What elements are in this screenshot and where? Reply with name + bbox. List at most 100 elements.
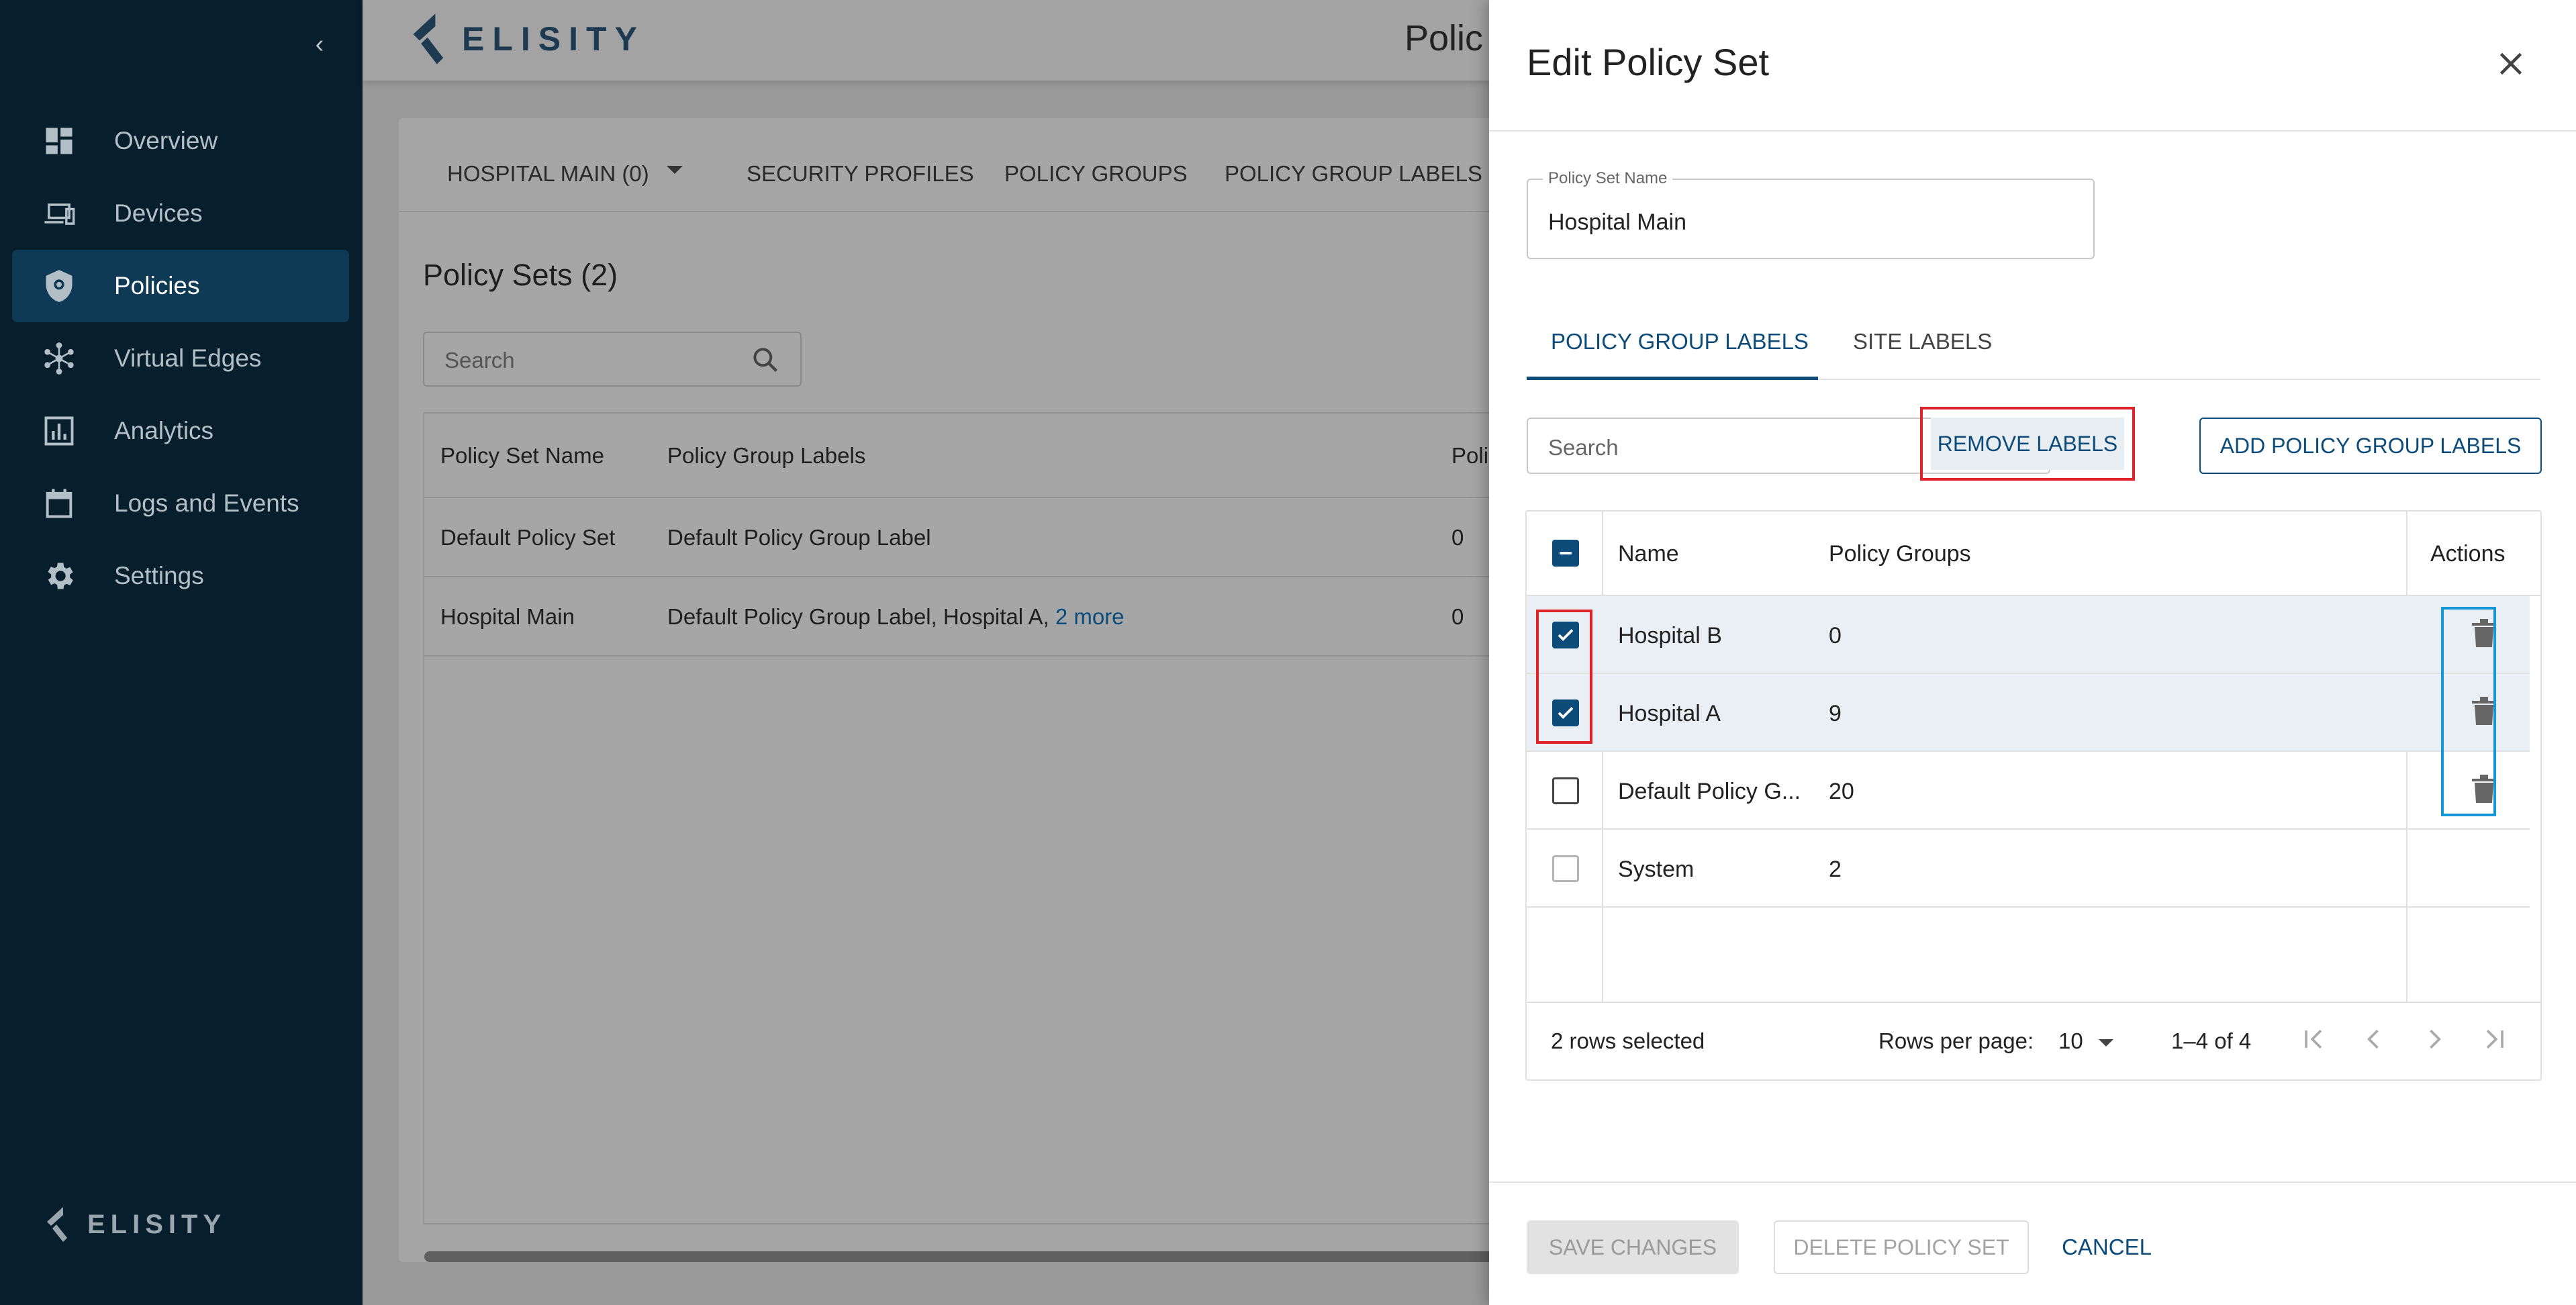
policy-set-name: Default Policy Set bbox=[440, 525, 616, 550]
sidebar-item-label: Overview bbox=[114, 127, 218, 154]
column-header-policy-groups: Policy Groups bbox=[1829, 541, 1971, 567]
sidebar-item-analytics[interactable]: Analytics bbox=[12, 395, 349, 467]
gear-icon bbox=[42, 559, 77, 593]
shield-icon bbox=[42, 269, 77, 303]
labels-grid: Name Policy Groups Actions Hospital B 0 … bbox=[1525, 510, 2542, 1081]
logo-text: ELISITY bbox=[462, 20, 645, 58]
search-icon bbox=[753, 348, 778, 373]
column-header: Policy Group Labels bbox=[667, 443, 866, 468]
tab-site-labels[interactable]: SITE LABELS bbox=[1853, 329, 1992, 354]
sidebar-item-settings[interactable]: Settings bbox=[12, 540, 349, 612]
tab-security-profiles[interactable]: SECURITY PROFILES bbox=[747, 161, 974, 187]
tab-policy-set-dropdown[interactable]: HOSPITAL MAIN (0) bbox=[447, 161, 683, 187]
horizontal-scrollbar[interactable] bbox=[424, 1251, 1528, 1262]
logo-mark-icon bbox=[47, 1207, 67, 1242]
table-row[interactable]: Hospital Main Default Policy Group Label… bbox=[424, 577, 1528, 657]
sidebar-item-label: Settings bbox=[114, 562, 204, 589]
label-name: Default Policy G... bbox=[1618, 779, 1801, 804]
remove-labels-button[interactable]: REMOVE LABELS bbox=[1920, 407, 2135, 481]
checkbox-highlight bbox=[1536, 610, 1592, 744]
save-changes-button[interactable]: SAVE CHANGES bbox=[1527, 1220, 1739, 1274]
delete-policy-set-button[interactable]: DELETE POLICY SET bbox=[1774, 1220, 2029, 1274]
logo-text: ELISITY bbox=[87, 1209, 227, 1239]
grid-footer: 2 rows selected Rows per page: 10 1–4 of… bbox=[1527, 1002, 2540, 1081]
policy-group-labels: Default Policy Group Label, Hospital A, … bbox=[667, 604, 1125, 630]
section-title: Policy Sets (2) bbox=[423, 258, 618, 292]
table-row[interactable]: Default Policy G... 20 bbox=[1527, 752, 2530, 830]
label-name: Hospital A bbox=[1618, 701, 1721, 726]
first-page-icon bbox=[2299, 1024, 2328, 1054]
next-page-icon bbox=[2420, 1024, 2449, 1054]
tab-policy-groups[interactable]: POLICY GROUPS bbox=[1004, 161, 1188, 187]
selection-count: 2 rows selected bbox=[1551, 1028, 1705, 1053]
previous-page-icon bbox=[2359, 1024, 2389, 1054]
label-name: Hospital B bbox=[1618, 623, 1722, 648]
remove-labels-label: REMOVE LABELS bbox=[1931, 418, 2124, 470]
sidebar-item-logs-and-events[interactable]: Logs and Events bbox=[12, 467, 349, 540]
more-link[interactable]: 2 more bbox=[1055, 604, 1125, 629]
tab-label: HOSPITAL MAIN (0) bbox=[447, 161, 649, 186]
table-row[interactable]: Hospital B 0 bbox=[1527, 596, 2530, 674]
sidebar-item-policies[interactable]: Policies bbox=[12, 250, 349, 322]
table-row[interactable]: Default Policy Set Default Policy Group … bbox=[424, 498, 1528, 577]
row-checkbox bbox=[1552, 855, 1579, 882]
search-input[interactable]: Search bbox=[423, 332, 802, 387]
active-tab-indicator bbox=[1527, 377, 1818, 380]
devices-icon bbox=[42, 196, 77, 231]
sidebar-item-overview[interactable]: Overview bbox=[12, 105, 349, 177]
labels-text: Default Policy Group Label, Hospital A, bbox=[667, 604, 1049, 629]
policy-group-count: 0 bbox=[1829, 623, 1842, 648]
network-icon bbox=[42, 341, 77, 376]
policy-count: 0 bbox=[1451, 525, 1464, 550]
sidebar-item-virtual-edges[interactable]: Virtual Edges bbox=[12, 322, 349, 395]
policy-set-name-field[interactable]: Policy Set Name bbox=[1527, 169, 2095, 259]
policy-group-count: 20 bbox=[1829, 779, 1854, 804]
drawer-header: Edit Policy Set bbox=[1489, 0, 2576, 132]
policy-group-count: 2 bbox=[1829, 857, 1842, 882]
label-name: System bbox=[1618, 857, 1695, 882]
sidebar-item-label: Devices bbox=[114, 199, 203, 227]
caret-down-icon bbox=[666, 166, 683, 175]
caret-down-icon[interactable] bbox=[2099, 1039, 2113, 1047]
field-label: Policy Set Name bbox=[1543, 169, 1673, 188]
table-row[interactable]: System 2 bbox=[1527, 830, 2530, 908]
sidebar-item-devices[interactable]: Devices bbox=[12, 177, 349, 250]
policy-sets-card: HOSPITAL MAIN (0) SECURITY PROFILES POLI… bbox=[399, 118, 1528, 1262]
policy-set-name-input[interactable] bbox=[1548, 209, 2072, 236]
sidebar-item-label: Analytics bbox=[114, 417, 214, 444]
close-icon[interactable] bbox=[2494, 47, 2528, 81]
grid-header: Name Policy Groups Actions bbox=[1527, 512, 2540, 596]
dashboard-icon bbox=[42, 124, 77, 158]
sidebar-item-label: Logs and Events bbox=[114, 489, 299, 517]
policy-set-name: Hospital Main bbox=[440, 604, 575, 629]
delete-icons-highlight bbox=[2441, 607, 2496, 816]
select-all-checkbox[interactable] bbox=[1552, 540, 1579, 567]
sidebar-nav: Overview Devices Policies Virtual Edges … bbox=[12, 105, 349, 612]
sidebar: ‹ Overview Devices Policies Virtual Edge… bbox=[0, 0, 363, 1305]
calendar-icon bbox=[42, 486, 77, 521]
column-header-name: Name bbox=[1618, 541, 1679, 567]
sidebar-logo: ELISITY bbox=[44, 1206, 226, 1243]
rows-per-page-select[interactable]: 10 bbox=[2058, 1028, 2083, 1054]
search-placeholder: Search bbox=[1548, 435, 1619, 460]
sidebar-item-label: Policies bbox=[114, 272, 200, 299]
chevron-left-icon[interactable]: ‹ bbox=[307, 31, 332, 58]
policy-group-labels: Default Policy Group Label bbox=[667, 525, 931, 550]
add-policy-group-labels-button[interactable]: ADD POLICY GROUP LABELS bbox=[2199, 418, 2542, 474]
last-page-icon bbox=[2480, 1024, 2510, 1054]
cancel-button[interactable]: CANCEL bbox=[2053, 1220, 2160, 1274]
drawer-title: Edit Policy Set bbox=[1527, 41, 1770, 83]
policy-tabs: HOSPITAL MAIN (0) SECURITY PROFILES POLI… bbox=[399, 118, 1527, 212]
table-row[interactable]: Hospital A 9 bbox=[1527, 674, 2530, 752]
brand-logo: ELISITY bbox=[410, 12, 645, 66]
table-header: Policy Set Name Policy Group Labels Poli bbox=[424, 414, 1528, 498]
search-placeholder: Search bbox=[444, 348, 515, 373]
logo-mark-icon bbox=[413, 13, 444, 64]
row-checkbox[interactable] bbox=[1552, 777, 1579, 804]
rows-per-page-label: Rows per page: bbox=[1878, 1028, 2034, 1053]
tab-policy-group-labels[interactable]: POLICY GROUP LABELS bbox=[1225, 161, 1482, 187]
tab-policy-group-labels[interactable]: POLICY GROUP LABELS bbox=[1551, 329, 1809, 354]
page-title: Polic bbox=[1404, 18, 1484, 58]
column-header: Policy Set Name bbox=[440, 443, 604, 468]
policy-count: 0 bbox=[1451, 604, 1464, 629]
